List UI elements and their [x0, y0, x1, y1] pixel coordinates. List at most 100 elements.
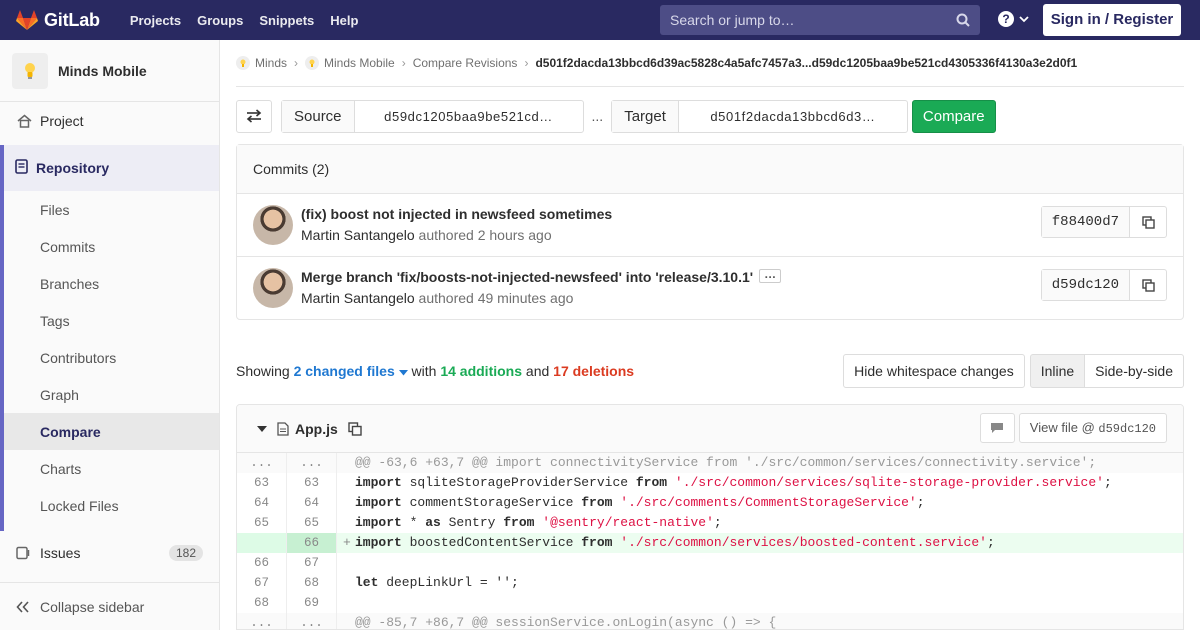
new-line-number[interactable]: 64 — [287, 493, 337, 513]
code-keyword: from — [503, 515, 535, 530]
breadcrumb-minds[interactable]: Minds — [236, 56, 287, 70]
old-line-number[interactable]: 68 — [237, 593, 287, 613]
copy-file-path-button[interactable] — [348, 421, 362, 436]
expand-message-button[interactable]: … — [759, 268, 782, 284]
old-line-number[interactable]: 64 — [237, 493, 287, 513]
line-code: let deepLinkUrl = ''; — [337, 573, 1183, 593]
line-code: + import boostedContentService from './sr… — [343, 535, 995, 550]
side-by-side-button[interactable]: Side-by-side — [1085, 354, 1184, 388]
commit-title: Merge branch 'fix/boosts-not-injected-ne… — [301, 268, 782, 285]
copy-sha-button[interactable] — [1130, 270, 1166, 300]
help-dropdown[interactable]: ? — [998, 11, 1030, 27]
breadcrumb-minds-mobile[interactable]: Minds Mobile — [305, 56, 395, 70]
search-input[interactable]: Search or jump to… — [660, 5, 980, 35]
new-line-number[interactable]: 67 — [287, 553, 337, 573]
old-line-number[interactable]: 63 — [237, 473, 287, 493]
issues-count-badge: 182 — [168, 545, 203, 561]
code-text: sqliteStorageProviderService — [401, 475, 636, 490]
old-line-number[interactable]: 65 — [237, 513, 287, 533]
breadcrumb-label: Minds — [255, 56, 288, 70]
view-file-button[interactable]: View file @ d59dc120 — [1018, 413, 1167, 443]
diff-file: App.js View file @ d59dc120 ... ... @@ -… — [236, 404, 1184, 630]
inline-view-button[interactable]: Inline — [1029, 354, 1086, 388]
commit-sha[interactable]: d59dc120 — [1041, 270, 1130, 300]
sidebar-item-project[interactable]: Project — [0, 102, 219, 140]
sidebar-subitem-locked-files[interactable]: Locked Files — [4, 487, 219, 524]
file-name[interactable]: App.js — [295, 421, 338, 437]
target-label: Target — [612, 100, 679, 132]
new-line-number[interactable]: 69 — [287, 593, 337, 613]
swap-revisions-button[interactable] — [236, 99, 272, 133]
old-line-number[interactable]: 67 — [237, 573, 287, 593]
commit-author[interactable]: Martin Santangelo — [301, 290, 415, 306]
code-keyword: import — [355, 535, 402, 550]
avatar[interactable] — [253, 205, 293, 245]
old-line-number[interactable]: ... — [237, 453, 287, 473]
toggle-comments-button[interactable] — [979, 413, 1015, 443]
nav-snippets[interactable]: Snippets — [251, 13, 322, 28]
compare-button[interactable]: Compare — [911, 99, 996, 133]
commit-title-text[interactable]: Merge branch 'fix/boosts-not-injected-ne… — [301, 269, 753, 285]
old-line-number[interactable]: ... — [237, 613, 287, 629]
sidebar-item-issues[interactable]: Issues 182 — [0, 534, 219, 572]
changed-files-dropdown[interactable]: 2 changed files — [294, 363, 408, 379]
sidebar-item-repository[interactable]: Repository — [4, 145, 219, 191]
nav-groups[interactable]: Groups — [189, 13, 251, 28]
sidebar-subitem-compare[interactable]: Compare — [4, 413, 219, 450]
source-ref-selector[interactable]: Source d59dc1205baa9be521cd… — [281, 99, 584, 133]
code-keyword: import — [355, 475, 402, 490]
top-navbar: GitLab Projects Groups Snippets Help Sea… — [0, 0, 1200, 40]
commit-title[interactable]: (fix) boost not injected in newsfeed som… — [301, 206, 612, 222]
commit-sha[interactable]: f88400d7 — [1041, 207, 1130, 237]
avatar[interactable] — [253, 268, 293, 308]
new-line-number[interactable]: 65 — [287, 513, 337, 533]
copy-sha-button[interactable] — [1130, 207, 1166, 237]
code-string: './src/common/services/sqlite-storage-pr… — [674, 475, 1104, 490]
code-keyword: import — [355, 515, 402, 530]
lightbulb-icon — [25, 62, 35, 79]
diff-line: 64 64 import commentStorageService from … — [237, 493, 1183, 513]
sidebar-subitem-graph[interactable]: Graph — [4, 376, 219, 413]
diff-line: 67 68 let deepLinkUrl = ''; — [237, 573, 1183, 593]
new-line-number[interactable]: ... — [287, 453, 337, 473]
sidebar-subitem-files[interactable]: Files — [4, 191, 219, 228]
collapse-file-icon[interactable] — [257, 425, 267, 433]
sidebar-project-header[interactable]: Minds Mobile — [0, 40, 219, 102]
nav-projects[interactable]: Projects — [122, 13, 189, 28]
new-line-number[interactable]: 66 — [287, 533, 337, 553]
code-keyword: from — [581, 535, 613, 550]
double-chevron-left-icon — [16, 600, 29, 613]
stats-showing: Showing — [236, 363, 290, 379]
diff-line: 65 65 import * as Sentry from '@sentry/r… — [237, 513, 1183, 533]
breadcrumb-compare-revisions[interactable]: Compare Revisions — [413, 56, 518, 70]
target-ref-selector[interactable]: Target d501f2dacda13bbcd6d3… — [611, 99, 908, 133]
home-icon — [16, 114, 32, 128]
diff-stats-row: Showing 2 changed files with 14 addition… — [236, 354, 1184, 388]
hunk-header: @@ -63,6 +63,7 @@ import connectivitySer… — [355, 455, 1097, 470]
old-line-number[interactable]: 66 — [237, 553, 287, 573]
sidebar-subitem-commits[interactable]: Commits — [4, 228, 219, 265]
hide-whitespace-button[interactable]: Hide whitespace changes — [843, 354, 1025, 388]
nav-help[interactable]: Help — [322, 13, 366, 28]
sidebar-subitem-charts[interactable]: Charts — [4, 450, 219, 487]
sidebar-subitem-contributors[interactable]: Contributors — [4, 339, 219, 376]
new-line-number[interactable]: 63 — [287, 473, 337, 493]
breadcrumb-current[interactable]: d501f2dacda13bbcd6d39ac5828c4a5afc7457a3… — [535, 56, 1077, 70]
sign-in-register-button[interactable]: Sign in / Register — [1043, 4, 1181, 36]
code-text: commentStorageService — [401, 495, 582, 510]
commit-author[interactable]: Martin Santangelo — [301, 227, 415, 243]
search-icon — [956, 13, 970, 27]
gitlab-tanuki-icon — [16, 10, 38, 30]
new-line-number[interactable]: 68 — [287, 573, 337, 593]
source-value: d59dc1205baa9be521cd… — [384, 108, 553, 124]
old-line-number[interactable] — [237, 533, 287, 553]
diff-line: ... ... @@ -85,7 +86,7 @@ sessionService… — [237, 613, 1183, 629]
sidebar-subitem-tags[interactable]: Tags — [4, 302, 219, 339]
new-line-number[interactable]: ... — [287, 613, 337, 629]
sidebar-subitem-branches[interactable]: Branches — [4, 265, 219, 302]
diff-line: 66 67 — [237, 553, 1183, 573]
collapse-sidebar-button[interactable]: Collapse sidebar — [0, 582, 219, 630]
gitlab-logo[interactable]: GitLab — [16, 0, 100, 40]
list-item: Merge branch 'fix/boosts-not-injected-ne… — [237, 257, 1183, 320]
